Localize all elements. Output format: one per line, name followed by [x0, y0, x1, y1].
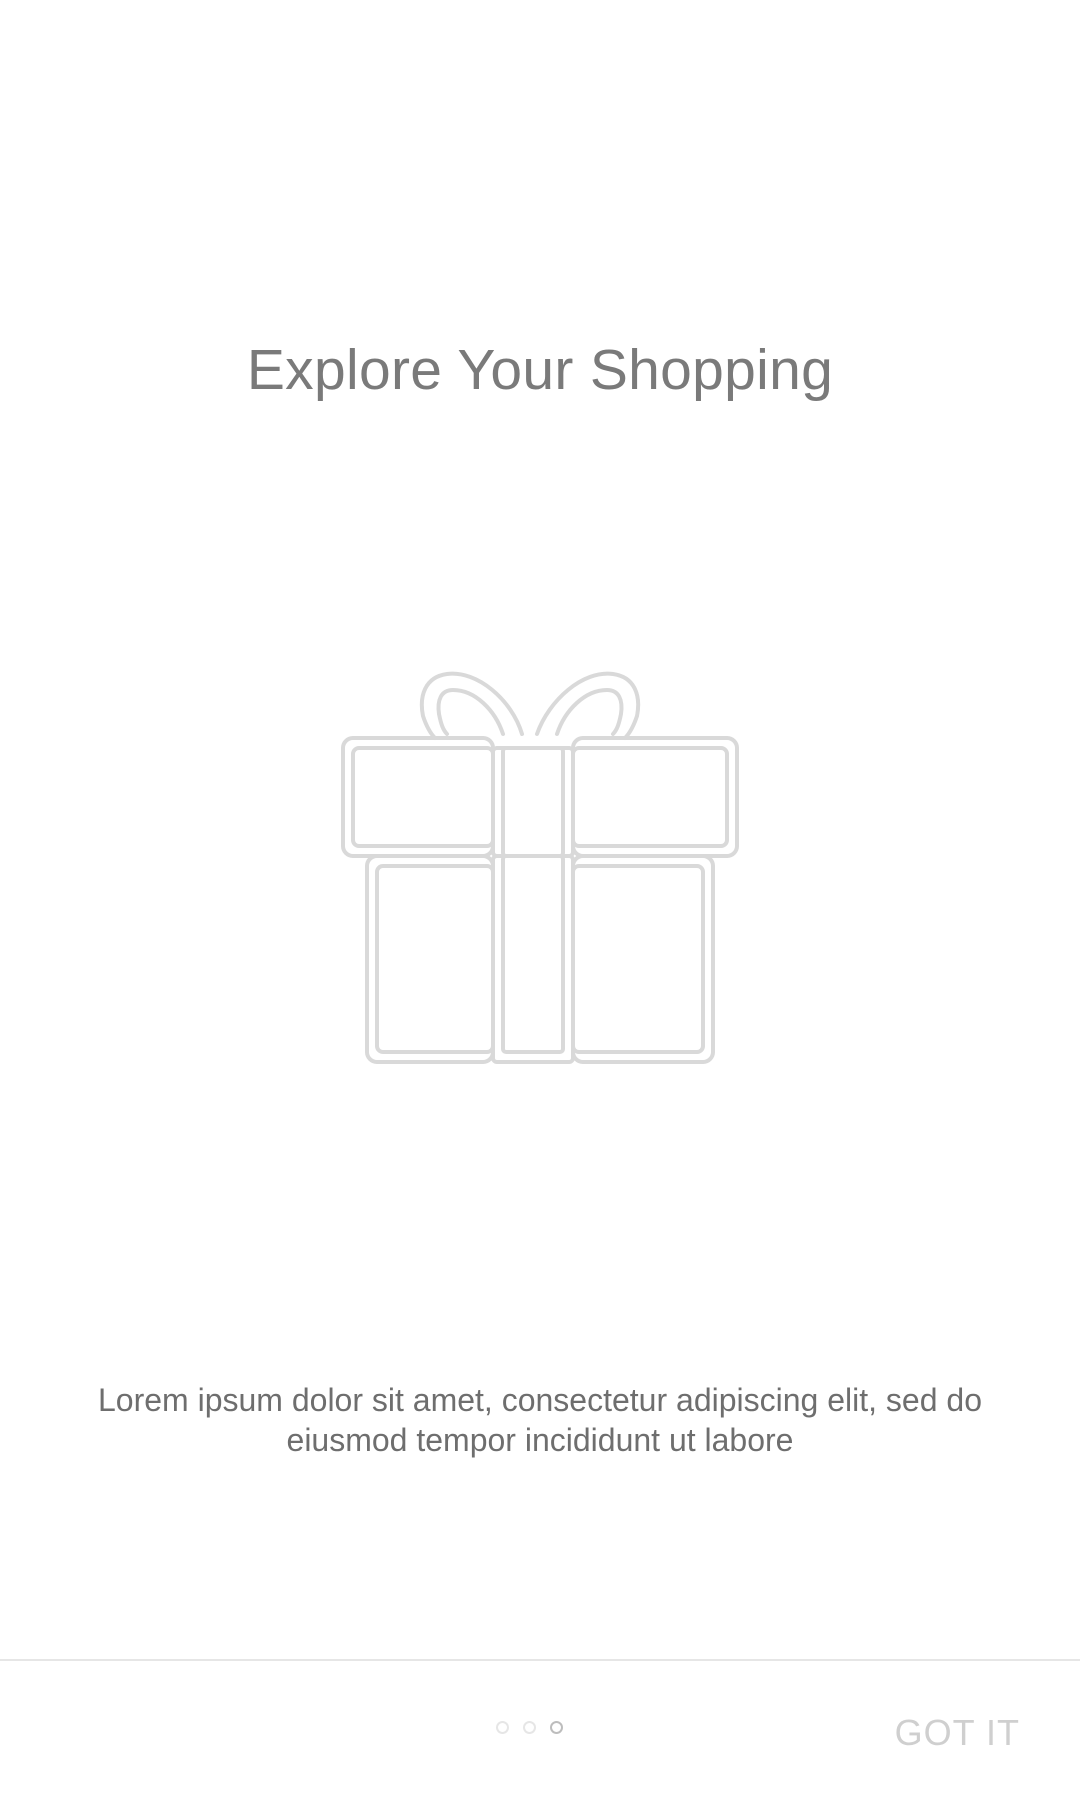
- page-title: Explore Your Shopping: [246, 338, 834, 402]
- description-text: Lorem ipsum dolor sit amet, consectetur …: [98, 1382, 982, 1458]
- page-indicator: [496, 1721, 563, 1741]
- onboarding-screen: Explore Your Shopping Lorem ipsum dolor …: [0, 0, 1080, 1794]
- got-it-button[interactable]: GOT IT: [895, 1711, 1020, 1755]
- onboarding-footer: GOT IT: [0, 1659, 1080, 1794]
- gift-icon: [341, 671, 739, 1064]
- page-dot-3[interactable]: [550, 1721, 563, 1734]
- page-dot-1[interactable]: [496, 1721, 509, 1734]
- page-dot-2[interactable]: [523, 1721, 536, 1734]
